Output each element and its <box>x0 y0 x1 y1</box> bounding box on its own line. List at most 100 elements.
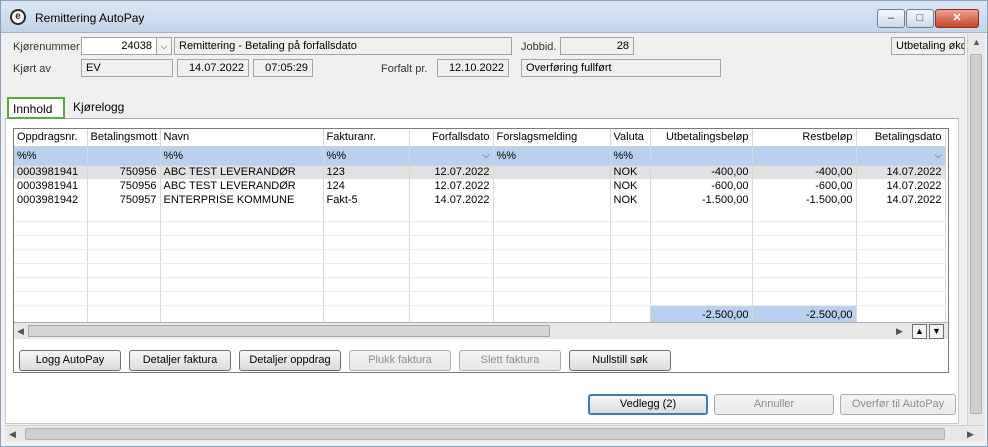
maximize-button[interactable]: □ <box>906 9 934 28</box>
kjort-av-field: EV <box>81 59 173 77</box>
cell-restbelop: -400,00 <box>752 165 857 179</box>
table-row[interactable]: 0003981941 750956 ABC TEST LEVERANDØR 12… <box>14 179 946 193</box>
filter-valuta[interactable]: %% <box>610 146 651 166</box>
window-horizontal-scrollbar[interactable]: ◀ ▶ <box>5 425 984 442</box>
forfalt-field: 12.10.2022 <box>437 59 509 77</box>
cell-forfallsdato: 12.07.2022 <box>409 179 494 193</box>
invoice-table: Oppdragsnr. Betalingsmott Navn Fakturanr… <box>14 129 946 325</box>
grid-header-row: Oppdragsnr. Betalingsmott Navn Fakturanr… <box>14 129 946 147</box>
cell-navn: ABC TEST LEVERANDØR <box>160 165 324 179</box>
empty-row <box>14 277 946 292</box>
window-vertical-scrollbar[interactable]: ▲ <box>967 34 984 425</box>
slett-faktura-button[interactable]: Slett faktura <box>459 350 561 371</box>
detaljer-oppdrag-button[interactable]: Detaljer oppdrag <box>239 350 341 371</box>
scroll-page-up-icon[interactable]: ▲ <box>912 324 927 339</box>
vedlegg-button[interactable]: Vedlegg (2) <box>588 394 708 415</box>
cell-forslagsmelding <box>493 179 611 193</box>
vertical-scroll-thumb[interactable] <box>970 54 982 414</box>
tab-kjorelogg[interactable]: Kjørelogg <box>69 97 139 119</box>
cell-utbetalingsbelop: -1.500,00 <box>650 193 753 207</box>
table-row[interactable]: 0003981942 750957 ENTERPRISE KOMMUNE Fak… <box>14 193 946 207</box>
cell-forfallsdato: 12.07.2022 <box>409 165 494 179</box>
invoice-grid: Oppdragsnr. Betalingsmott Navn Fakturanr… <box>13 128 949 373</box>
table-row[interactable]: 0003981941 750956 ABC TEST LEVERANDØR 12… <box>14 165 946 179</box>
cell-betalingsdato: 14.07.2022 <box>856 165 946 179</box>
chevron-down-icon[interactable]: ⌵ <box>483 150 490 161</box>
filter-utbetalingsbelop[interactable] <box>650 146 753 166</box>
scroll-right-icon[interactable]: ▶ <box>896 326 903 337</box>
title-bar: e Remittering AutoPay – □ ✕ <box>1 1 987 33</box>
chevron-down-icon[interactable]: ⌵ <box>935 150 942 161</box>
cell-forfallsdato: 14.07.2022 <box>409 193 494 207</box>
empty-row <box>14 249 946 264</box>
close-button[interactable]: ✕ <box>935 9 979 28</box>
cell-restbelop: -1.500,00 <box>752 193 857 207</box>
minimize-button[interactable]: – <box>877 9 905 28</box>
window-title: Remittering AutoPay <box>35 11 145 25</box>
kjorenummer-dropdown-button[interactable]: ⌵ <box>156 37 172 55</box>
remittering-window: e Remittering AutoPay – □ ✕ Kjørenummer … <box>0 0 988 447</box>
scroll-up-icon[interactable]: ▲ <box>972 37 981 47</box>
cell-valuta: NOK <box>610 193 651 207</box>
detaljer-faktura-button[interactable]: Detaljer faktura <box>129 350 231 371</box>
cell-fakturanr: 123 <box>323 165 410 179</box>
filter-navn[interactable]: %% <box>160 146 324 166</box>
col-header-betalingsdato[interactable]: Betalingsdato <box>856 129 946 147</box>
tab-bar: Innhold Kjørelogg <box>5 97 959 119</box>
empty-row <box>14 235 946 250</box>
cell-valuta: NOK <box>610 165 651 179</box>
col-header-valuta[interactable]: Valuta <box>610 129 651 147</box>
filter-betalingsmottaker[interactable] <box>87 146 161 166</box>
filter-row: %% %% %% ⌵ %% %% ⌵ <box>14 146 946 166</box>
forfalt-label: Forfalt pr. <box>381 63 428 75</box>
kjorenummer-field[interactable]: 24038 <box>81 37 157 55</box>
overfor-autopay-button[interactable]: Overfør til AutoPay <box>840 394 956 415</box>
col-header-fakturanr[interactable]: Fakturanr. <box>323 129 410 147</box>
grid-scroll-thumb[interactable] <box>28 325 550 337</box>
logg-autopay-button[interactable]: Logg AutoPay <box>19 350 121 371</box>
empty-row <box>14 207 946 222</box>
cell-betalingsdato: 14.07.2022 <box>856 193 946 207</box>
horizontal-scroll-thumb[interactable] <box>25 428 945 440</box>
col-header-betalingsmottaker[interactable]: Betalingsmott <box>87 129 161 147</box>
cell-oppdragsnr: 0003981941 <box>14 179 88 193</box>
chevron-down-icon: ⌵ <box>160 41 168 51</box>
col-header-forslagsmelding[interactable]: Forslagsmelding <box>493 129 611 147</box>
annuller-button[interactable]: Annuller <box>714 394 834 415</box>
cell-utbetalingsbelop: -400,00 <box>650 165 753 179</box>
col-header-navn[interactable]: Navn <box>160 129 324 147</box>
filter-forfallsdato[interactable]: ⌵ <box>409 146 494 166</box>
filter-restbelop[interactable] <box>752 146 857 166</box>
beskrivelse-field: Remittering - Betaling på forfallsdato <box>174 37 512 55</box>
col-header-utbetalingsbelop[interactable]: Utbetalingsbeløp <box>650 129 753 147</box>
cell-valuta: NOK <box>610 179 651 193</box>
jobbid-label: Jobbid. <box>521 41 557 53</box>
col-header-restbelop[interactable]: Restbeløp <box>752 129 857 147</box>
filter-oppdragsnr[interactable]: %% <box>14 146 88 166</box>
cell-fakturanr: 124 <box>323 179 410 193</box>
cell-betalingsmottaker: 750956 <box>87 165 161 179</box>
filter-betalingsdato[interactable]: ⌵ <box>856 146 946 166</box>
col-header-oppdragsnr[interactable]: Oppdragsnr. <box>14 129 88 147</box>
scroll-right-icon[interactable]: ▶ <box>967 429 974 440</box>
cell-betalingsdato: 14.07.2022 <box>856 179 946 193</box>
cell-oppdragsnr: 0003981942 <box>14 193 88 207</box>
col-header-forfallsdato[interactable]: Forfallsdato <box>409 129 494 147</box>
tab-innhold[interactable]: Innhold <box>7 97 65 119</box>
empty-row <box>14 263 946 278</box>
scroll-left-icon[interactable]: ◀ <box>17 326 24 337</box>
status-field: Overføring fullført <box>521 59 721 77</box>
grid-horizontal-scrollbar[interactable]: ◀ ▶ ▲ ▼ <box>14 322 948 339</box>
plukk-faktura-button[interactable]: Plukk faktura <box>349 350 451 371</box>
filter-fakturanr[interactable]: %% <box>323 146 410 166</box>
empty-row <box>14 221 946 236</box>
kjort-tid-field: 07:05:29 <box>253 59 313 77</box>
cell-forslagsmelding[interactable] <box>492 165 611 179</box>
scroll-page-down-icon[interactable]: ▼ <box>929 324 944 339</box>
scroll-left-icon[interactable]: ◀ <box>9 429 16 440</box>
cell-navn: ABC TEST LEVERANDØR <box>160 179 324 193</box>
jobbid-field: 28 <box>560 37 634 55</box>
filter-forslagsmelding[interactable]: %% <box>493 146 611 166</box>
nullstill-sok-button[interactable]: Nullstill søk <box>569 350 671 371</box>
kjort-dato-field: 14.07.2022 <box>177 59 249 77</box>
